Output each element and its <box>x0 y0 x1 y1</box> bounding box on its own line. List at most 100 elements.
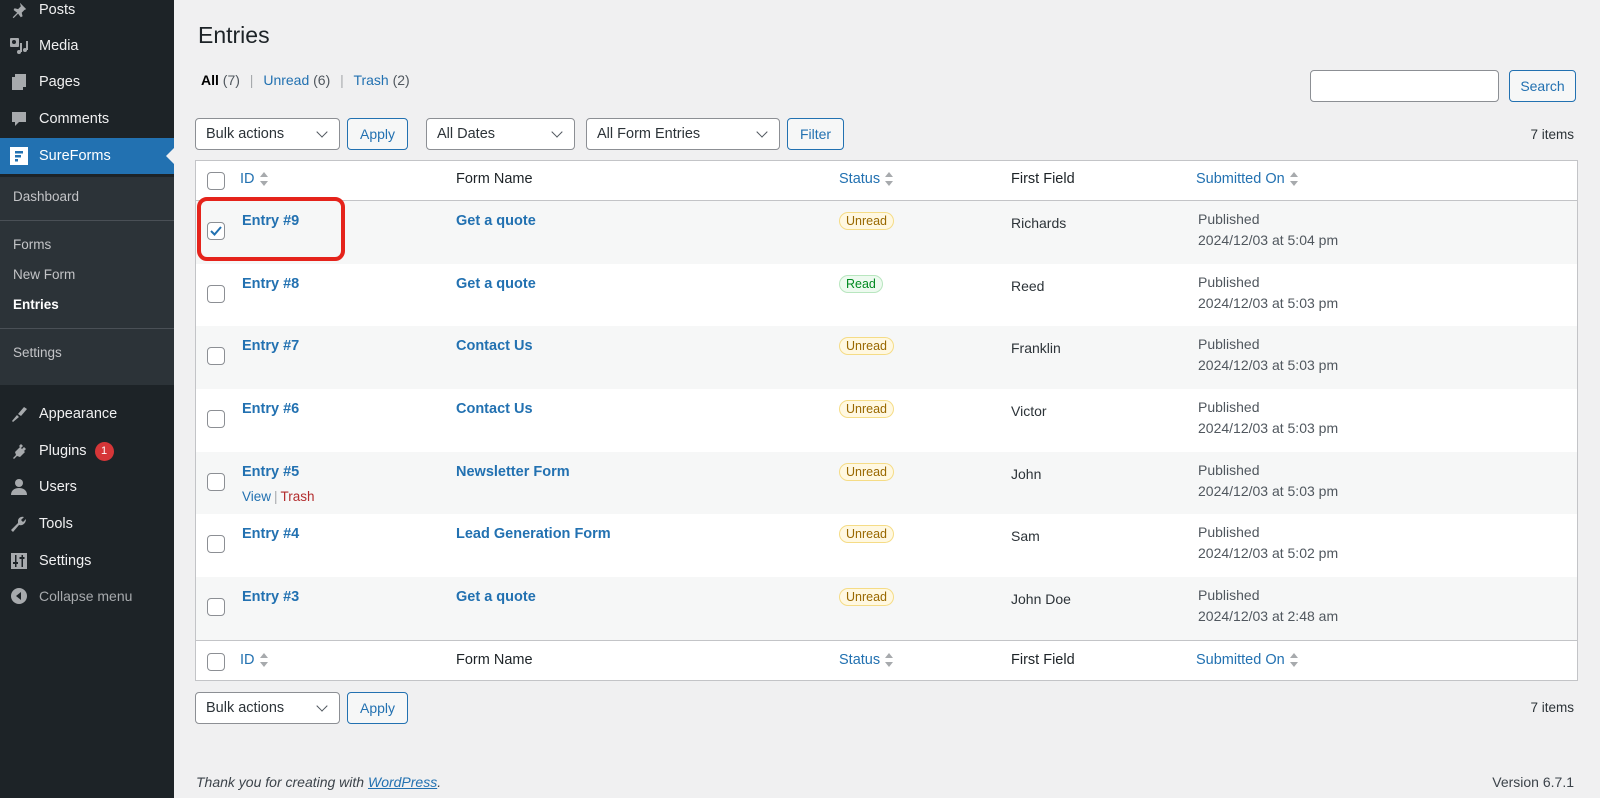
post-state: Published <box>1198 211 1260 227</box>
submenu-forms[interactable]: Forms <box>13 237 51 252</box>
menu-item-settings[interactable]: Settings <box>0 543 174 579</box>
entry-id-link[interactable]: Entry #3 <box>242 589 299 605</box>
date-filter-value: All Dates <box>437 126 496 142</box>
submenu-settings[interactable]: Settings <box>13 345 62 360</box>
row-checkbox[interactable] <box>207 410 225 429</box>
view-all-count: (7) <box>222 72 240 88</box>
view-trash[interactable]: Trash <box>353 72 388 88</box>
menu-label: Tools <box>39 516 73 532</box>
separator: | <box>249 72 254 88</box>
table-row: Entry #8 Get a quote Read Reed Published 2024… <box>196 264 1577 327</box>
row-checkbox[interactable] <box>207 598 225 617</box>
column-submitted-on[interactable]: Submitted On <box>1196 652 1298 668</box>
menu-item-comments[interactable]: Comments <box>0 101 174 137</box>
bulk-actions-select-bottom[interactable]: Bulk actions <box>195 692 340 724</box>
view-unread[interactable]: Unread <box>263 72 309 88</box>
entry-id-link[interactable]: Entry #5 <box>242 464 299 480</box>
table-header: ID Form Name Status First Field Submitte… <box>196 161 1577 201</box>
apply-button-top[interactable]: Apply <box>347 118 408 150</box>
row-checkbox[interactable] <box>207 472 225 491</box>
separator: | <box>274 488 278 504</box>
submitted-date: 2024/12/03 at 5:03 pm <box>1198 294 1339 311</box>
submenu-dashboard[interactable]: Dashboard <box>13 189 79 204</box>
form-name-link[interactable]: Newsletter Form <box>456 464 570 480</box>
menu-item-posts[interactable]: Posts <box>0 0 174 28</box>
search-button[interactable]: Search <box>1509 70 1576 102</box>
form-filter-select[interactable]: All Form Entries <box>586 118 780 150</box>
form-name-link[interactable]: Get a quote <box>456 589 536 605</box>
entry-id-link[interactable]: Entry #9 <box>242 213 299 229</box>
entry-id-link[interactable]: Entry #6 <box>242 401 299 417</box>
column-submitted-on[interactable]: Submitted On <box>1196 171 1298 187</box>
submitted-date: 2024/12/03 at 5:02 pm <box>1198 545 1339 562</box>
row-checkbox[interactable] <box>207 222 225 240</box>
select-all-checkbox[interactable] <box>207 172 225 190</box>
row-actions: View | Trash <box>242 489 315 504</box>
menu-item-sureforms[interactable]: SureForms <box>0 138 174 174</box>
first-field-value: Franklin <box>1011 340 1061 357</box>
menu-item-plugins[interactable]: Plugins 1 <box>0 433 174 469</box>
menu-item-media[interactable]: Media <box>0 28 174 64</box>
column-status[interactable]: Status <box>839 171 894 187</box>
menu-item-appearance[interactable]: Appearance <box>0 396 174 432</box>
search-input[interactable] <box>1310 70 1499 102</box>
entry-id-link[interactable]: Entry #7 <box>242 338 299 354</box>
view-link[interactable]: View <box>242 489 271 504</box>
form-name-link[interactable]: Contact Us <box>456 338 533 354</box>
view-all[interactable]: All <box>201 72 219 88</box>
first-field-value: Sam <box>1011 528 1040 545</box>
form-name-link[interactable]: Contact Us <box>456 401 533 417</box>
submenu-new-form[interactable]: New Form <box>13 267 75 282</box>
column-status[interactable]: Status <box>839 652 894 668</box>
footer-text: Thank you for creating with <box>196 774 368 790</box>
column-label: ID <box>240 651 255 668</box>
items-count-top: 7 items <box>1530 127 1574 142</box>
apply-button-bottom[interactable]: Apply <box>347 692 408 724</box>
submitted-date: 2024/12/03 at 5:03 pm <box>1198 420 1339 437</box>
row-checkbox[interactable] <box>207 535 225 554</box>
menu-item-pages[interactable]: Pages <box>0 64 174 100</box>
menu-item-users[interactable]: Users <box>0 469 174 505</box>
trash-link[interactable]: Trash <box>281 489 315 504</box>
select-all-checkbox-bottom[interactable] <box>207 652 225 671</box>
footer-text: . <box>437 774 442 790</box>
first-field-value: Reed <box>1011 277 1045 294</box>
submitted-cell: Published 2024/12/03 at 5:03 pm <box>1198 460 1338 502</box>
form-name-link[interactable]: Get a quote <box>456 213 536 229</box>
submitted-cell: Published 2024/12/03 at 5:03 pm <box>1198 334 1338 376</box>
status-badge: Unread <box>839 588 894 607</box>
form-name-link[interactable]: Lead Generation Form <box>456 526 611 542</box>
status-badge: Unread <box>839 525 894 544</box>
entry-id-link[interactable]: Entry #8 <box>242 276 299 292</box>
entry-id-link[interactable]: Entry #4 <box>242 526 299 542</box>
admin-sidebar: Posts Media Pages Comments SureForms Das… <box>0 0 174 798</box>
form-name-link[interactable]: Get a quote <box>456 276 536 292</box>
separator: | <box>340 72 344 88</box>
submenu-entries[interactable]: Entries <box>13 297 59 312</box>
submitted-cell: Published 2024/12/03 at 5:02 pm <box>1198 522 1338 564</box>
chevron-down-icon <box>316 126 328 138</box>
wordpress-link[interactable]: WordPress <box>368 774 437 790</box>
collapse-menu-button[interactable]: Collapse menu <box>0 578 174 614</box>
sort-icon <box>1289 652 1298 667</box>
status-cell: Unread <box>839 462 894 481</box>
post-state: Published <box>1198 399 1260 416</box>
pages-icon <box>9 72 29 92</box>
menu-item-tools[interactable]: Tools <box>0 506 174 542</box>
date-filter-select[interactable]: All Dates <box>426 118 575 150</box>
menu-label: Plugins <box>39 443 87 459</box>
plugin-icon <box>9 441 29 461</box>
table-row: Entry #4 Lead Generation Form Unread Sam Pub… <box>196 514 1577 577</box>
table-footer: ID Form Name Status First Field Submitte… <box>196 639 1577 680</box>
bulk-actions-select-top[interactable]: Bulk actions <box>195 118 340 150</box>
filter-button[interactable]: Filter <box>787 118 844 150</box>
column-id[interactable]: ID <box>240 652 268 668</box>
settings-icon <box>9 551 29 571</box>
column-label: Submitted On <box>1196 171 1285 187</box>
submitted-date: 2024/12/03 at 5:04 pm <box>1198 232 1339 248</box>
column-id[interactable]: ID <box>240 171 268 187</box>
row-checkbox[interactable] <box>207 347 225 366</box>
form-filter-value: All Form Entries <box>597 126 701 142</box>
row-checkbox[interactable] <box>207 284 225 303</box>
status-cell: Unread <box>839 337 894 356</box>
